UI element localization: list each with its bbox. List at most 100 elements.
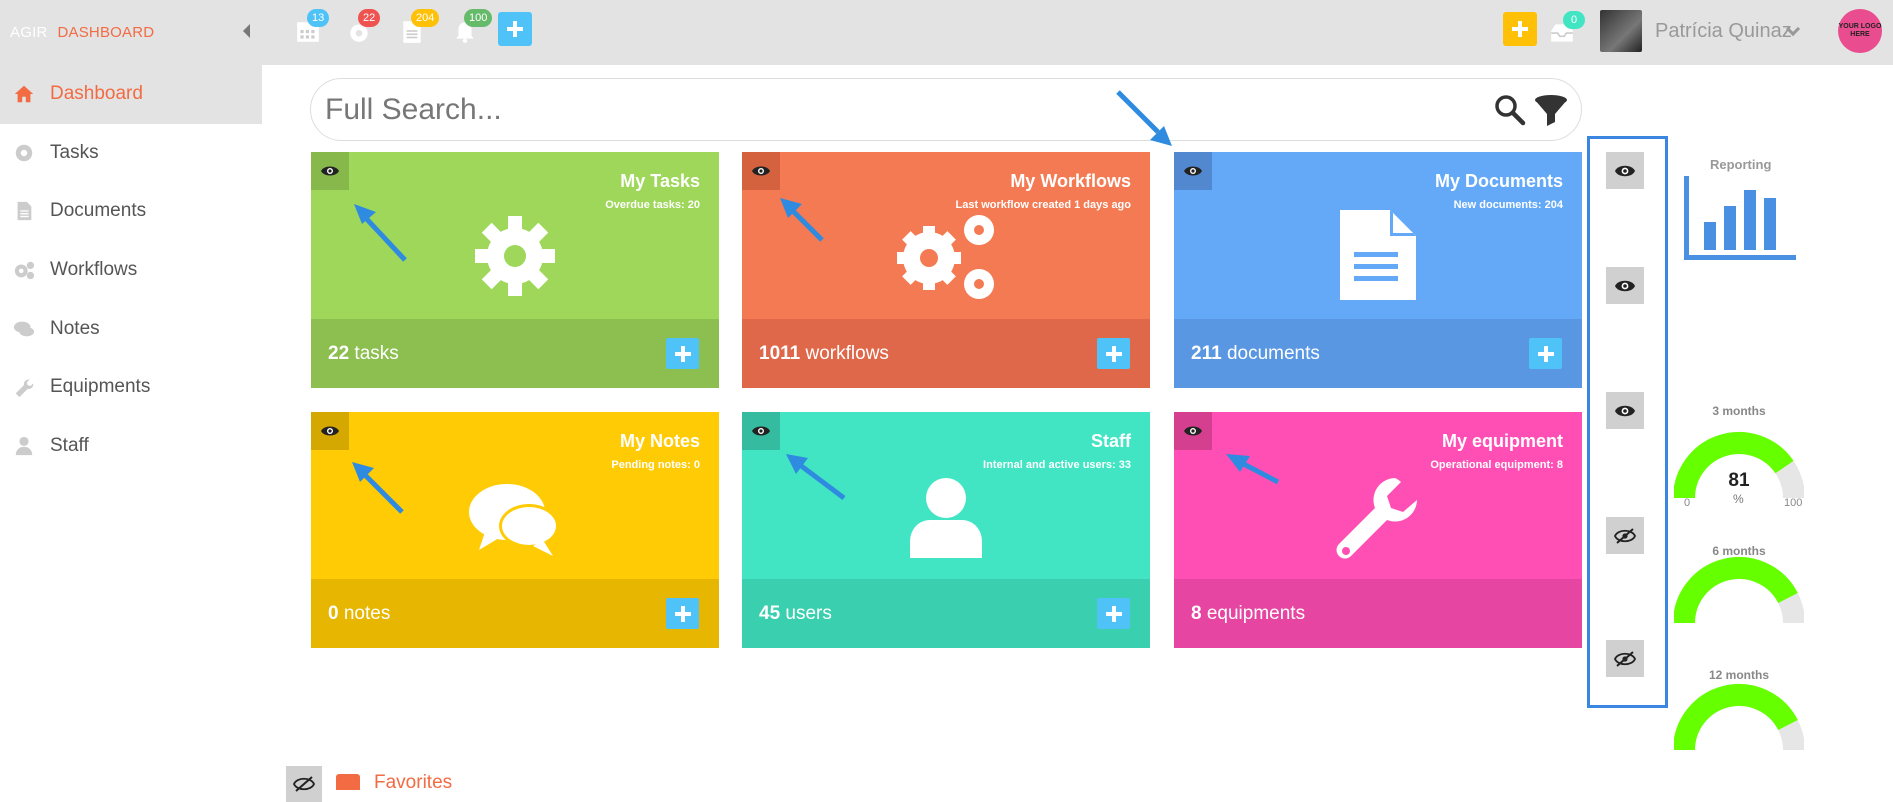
sidebar-item-tasks[interactable]: Tasks: [0, 124, 262, 183]
card-subtitle: Operational equipment: 8: [1430, 459, 1563, 471]
gauge-min: 0: [1684, 497, 1691, 509]
staff-card[interactable]: Staff Internal and active users: 33 45 u…: [742, 412, 1150, 648]
bell-badge: 100: [464, 9, 493, 27]
plus-icon: [674, 605, 691, 622]
plus-icon: [1512, 21, 1528, 37]
eye-slash-icon: [1614, 650, 1636, 667]
tasks-notification[interactable]: 22: [346, 9, 381, 44]
eye-icon: [1615, 280, 1635, 291]
card-subtitle: Internal and active users: 33: [983, 459, 1131, 471]
top-bar: AGIR DASHBOARD 13 22 204 100 0 Patrícia Q…: [0, 0, 1893, 65]
documents-card[interactable]: My Documents New documents: 204 211 docu…: [1174, 152, 1582, 388]
sidebar-item-staff[interactable]: Staff: [0, 417, 262, 476]
plus-icon: [1105, 345, 1122, 362]
card-visibility-toggle[interactable]: [311, 412, 349, 450]
add-button[interactable]: [1503, 12, 1537, 46]
card-count-unit: tasks: [354, 343, 399, 364]
sidebar-item-documents[interactable]: Documents: [0, 182, 262, 241]
inbox-notification[interactable]: 0: [1549, 11, 1585, 46]
document-icon: [1340, 210, 1416, 300]
calendar-notification[interactable]: 13: [295, 9, 330, 44]
sidebar-item-label: Workflows: [50, 259, 138, 281]
plus-icon: [1105, 605, 1122, 622]
gears-icon: [12, 258, 36, 282]
sidebar-item-notes[interactable]: Notes: [0, 299, 262, 358]
gauge-value: 81: [1728, 470, 1750, 491]
card-title: Staff: [1091, 431, 1131, 451]
sidebar-item-dashboard[interactable]: Dashboard: [0, 65, 262, 124]
quick-add-button[interactable]: [498, 12, 532, 46]
plus-icon: [1537, 345, 1554, 362]
card-title: My Documents: [1434, 171, 1563, 191]
favorites-visibility-toggle[interactable]: [286, 766, 322, 802]
widget-visibility-toggle[interactable]: [1606, 152, 1644, 189]
card-visibility-toggle[interactable]: [1174, 152, 1212, 190]
add-document-button[interactable]: [1529, 338, 1562, 369]
eye-icon: [752, 166, 770, 176]
calendar-badge: 13: [307, 9, 330, 27]
add-task-button[interactable]: [666, 338, 699, 369]
card-visibility-toggle[interactable]: [742, 152, 780, 190]
card-title: My Tasks: [620, 171, 700, 191]
card-footer: 1011 workflows: [742, 319, 1150, 388]
notes-card[interactable]: My Notes Pending notes: 0 0 notes: [311, 412, 719, 648]
card-count-unit: documents: [1226, 343, 1320, 364]
add-note-button[interactable]: [666, 598, 699, 629]
eye-slash-icon: [1614, 527, 1636, 544]
collapse-sidebar-icon[interactable]: [243, 24, 250, 38]
equipment-card[interactable]: My equipment Operational equipment: 8 8 …: [1174, 412, 1582, 648]
sidebar: Dashboard Tasks Documents Workflows Note…: [0, 65, 262, 475]
sidebar-item-workflows[interactable]: Workflows: [0, 241, 262, 300]
breadcrumb-dashboard[interactable]: DASHBOARD: [57, 24, 154, 41]
card-footer: 0 notes: [311, 579, 719, 648]
documents-notification[interactable]: 204: [399, 9, 440, 44]
user-name[interactable]: Patrícia Quinaz: [1655, 20, 1792, 43]
sidebar-item-label: Documents: [50, 200, 147, 222]
annotation-arrow: [1116, 90, 1172, 146]
tasks-card[interactable]: My Tasks Overdue tasks: 20 22 tasks: [311, 152, 719, 388]
chat-icon: [469, 484, 559, 556]
card-subtitle: Pending notes: 0: [611, 459, 700, 471]
widget-visibility-toggle[interactable]: [1606, 517, 1644, 554]
card-subtitle: New documents: 204: [1453, 199, 1563, 211]
gear-icon: [475, 216, 555, 296]
add-workflow-button[interactable]: [1097, 338, 1130, 369]
avatar[interactable]: [1600, 10, 1642, 52]
card-title: My equipment: [1441, 431, 1563, 451]
filter-icon[interactable]: [1533, 93, 1569, 129]
bell-notification[interactable]: 100: [452, 9, 493, 44]
annotation-arrow: [1226, 454, 1280, 485]
annotation-arrow: [780, 198, 824, 242]
gauge-6-months: [1674, 557, 1804, 623]
card-count-unit: notes: [343, 603, 391, 624]
card-visibility-toggle[interactable]: [742, 412, 780, 450]
favorites-icon: [336, 774, 360, 790]
card-count-value: 8: [1191, 603, 1202, 624]
widget-visibility-toggle[interactable]: [1606, 392, 1644, 429]
annotation-arrow: [786, 454, 846, 500]
widget-visibility-toggle[interactable]: [1606, 267, 1644, 304]
eye-icon: [1615, 165, 1635, 176]
card-count-value: 1011: [759, 343, 801, 364]
card-subtitle: Overdue tasks: 20: [605, 199, 700, 211]
bar-chart-icon[interactable]: [1684, 176, 1796, 260]
widget-visibility-toggle[interactable]: [1606, 640, 1644, 677]
sidebar-item-equipments[interactable]: Equipments: [0, 358, 262, 417]
home-icon: [12, 82, 36, 106]
card-title: My Notes: [619, 431, 700, 451]
favorites-heading[interactable]: Favorites: [374, 772, 452, 794]
add-user-button[interactable]: [1097, 598, 1130, 629]
search-input[interactable]: [325, 91, 1425, 129]
card-visibility-toggle[interactable]: [311, 152, 349, 190]
search-bar: [310, 78, 1582, 141]
search-icon[interactable]: [1493, 93, 1527, 127]
card-visibility-toggle[interactable]: [1174, 412, 1212, 450]
sidebar-item-label: Staff: [50, 434, 89, 456]
card-count-unit: workflows: [805, 343, 889, 364]
card-count-value: 22: [328, 343, 350, 364]
brand[interactable]: AGIR DASHBOARD: [10, 24, 154, 41]
gauge-label: 3 months: [1712, 404, 1766, 418]
workflows-card[interactable]: My Workflows Last workflow created 1 day…: [742, 152, 1150, 388]
sidebar-item-label: Dashboard: [50, 83, 143, 105]
eye-icon: [1615, 405, 1635, 416]
